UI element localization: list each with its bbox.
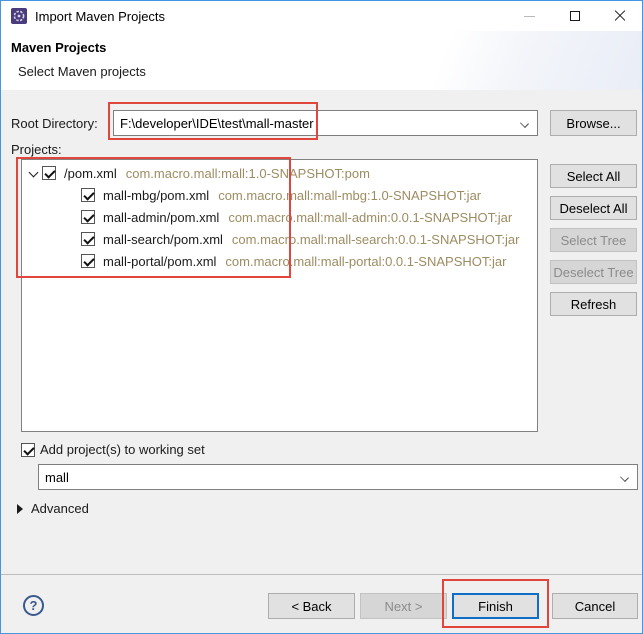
project-name: mall-portal/pom.xml xyxy=(103,254,216,269)
project-checkbox[interactable] xyxy=(42,166,56,180)
tree-expander-icon[interactable] xyxy=(65,187,81,203)
browse-button[interactable]: Browse... xyxy=(550,110,637,136)
close-button[interactable] xyxy=(597,1,642,31)
cancel-button[interactable]: Cancel xyxy=(552,593,638,619)
tree-row[interactable]: mall-mbg/pom.xml com.macro.mall:mall-mbg… xyxy=(22,184,537,206)
chevron-down-icon[interactable] xyxy=(520,119,529,128)
wizard-banner: Maven Projects Select Maven projects xyxy=(1,31,642,90)
tree-expander-icon[interactable] xyxy=(65,209,81,225)
tree-row[interactable]: mall-search/pom.xml com.macro.mall:mall-… xyxy=(22,228,537,250)
tree-expander-icon[interactable] xyxy=(26,165,42,181)
title-bar: Import Maven Projects xyxy=(1,1,642,31)
minimize-button xyxy=(507,1,552,31)
project-gav: com.macro.mall:mall-admin:0.0.1-SNAPSHOT… xyxy=(228,210,512,225)
project-gav: com.macro.mall:mall-mbg:1.0-SNAPSHOT:jar xyxy=(218,188,481,203)
working-set-combo[interactable]: mall xyxy=(38,464,638,490)
project-checkbox[interactable] xyxy=(81,254,95,268)
back-button[interactable]: < Back xyxy=(268,593,355,619)
collapsed-triangle-icon xyxy=(17,504,23,514)
tree-expander-icon[interactable] xyxy=(65,231,81,247)
project-gav: com.macro.mall:mall-portal:0.0.1-SNAPSHO… xyxy=(225,254,506,269)
window-title: Import Maven Projects xyxy=(35,9,165,24)
page-subtitle: Select Maven projects xyxy=(18,64,146,79)
minimize-icon xyxy=(524,16,535,17)
maven-app-icon xyxy=(11,8,27,24)
deselect-all-button[interactable]: Deselect All xyxy=(550,196,637,220)
projects-label: Projects: xyxy=(11,142,62,157)
project-name: mall-admin/pom.xml xyxy=(103,210,219,225)
finish-button[interactable]: Finish xyxy=(452,593,539,619)
project-name: /pom.xml xyxy=(64,166,117,181)
tree-expander-icon[interactable] xyxy=(65,253,81,269)
project-checkbox[interactable] xyxy=(81,210,95,224)
projects-tree[interactable]: /pom.xml com.macro.mall:mall:1.0-SNAPSHO… xyxy=(21,159,538,432)
refresh-button[interactable]: Refresh xyxy=(550,292,637,316)
maximize-icon xyxy=(570,11,580,21)
working-set-label: Add project(s) to working set xyxy=(40,442,205,457)
select-all-button[interactable]: Select All xyxy=(550,164,637,188)
advanced-label: Advanced xyxy=(31,501,89,516)
import-maven-projects-dialog: Import Maven Projects Maven Projects Sel… xyxy=(0,0,643,634)
project-gav: com.macro.mall:mall-search:0.0.1-SNAPSHO… xyxy=(232,232,520,247)
project-checkbox[interactable] xyxy=(81,188,95,202)
next-button: Next > xyxy=(360,593,447,619)
advanced-expander[interactable]: Advanced xyxy=(17,501,89,516)
maximize-button[interactable] xyxy=(552,1,597,31)
project-checkbox[interactable] xyxy=(81,232,95,246)
close-icon xyxy=(614,10,626,22)
help-button[interactable]: ? xyxy=(23,595,44,616)
page-title: Maven Projects xyxy=(11,40,106,55)
tree-row[interactable]: mall-portal/pom.xml com.macro.mall:mall-… xyxy=(22,250,537,272)
working-set-value: mall xyxy=(45,470,69,485)
root-directory-value: F:\developer\IDE\test\mall-master xyxy=(120,116,314,131)
tree-row[interactable]: /pom.xml com.macro.mall:mall:1.0-SNAPSHO… xyxy=(22,162,537,184)
select-tree-button: Select Tree xyxy=(550,228,637,252)
root-directory-combo[interactable]: F:\developer\IDE\test\mall-master xyxy=(113,110,538,136)
tree-row[interactable]: mall-admin/pom.xml com.macro.mall:mall-a… xyxy=(22,206,537,228)
working-set-checkbox[interactable] xyxy=(21,443,35,457)
footer-separator xyxy=(1,574,642,575)
working-set-checkbox-row[interactable]: Add project(s) to working set xyxy=(21,442,205,457)
project-gav: com.macro.mall:mall:1.0-SNAPSHOT:pom xyxy=(126,166,370,181)
deselect-tree-button: Deselect Tree xyxy=(550,260,637,284)
project-name: mall-mbg/pom.xml xyxy=(103,188,209,203)
project-name: mall-search/pom.xml xyxy=(103,232,223,247)
root-directory-label: Root Directory: xyxy=(11,116,98,131)
chevron-down-icon[interactable] xyxy=(620,473,629,482)
